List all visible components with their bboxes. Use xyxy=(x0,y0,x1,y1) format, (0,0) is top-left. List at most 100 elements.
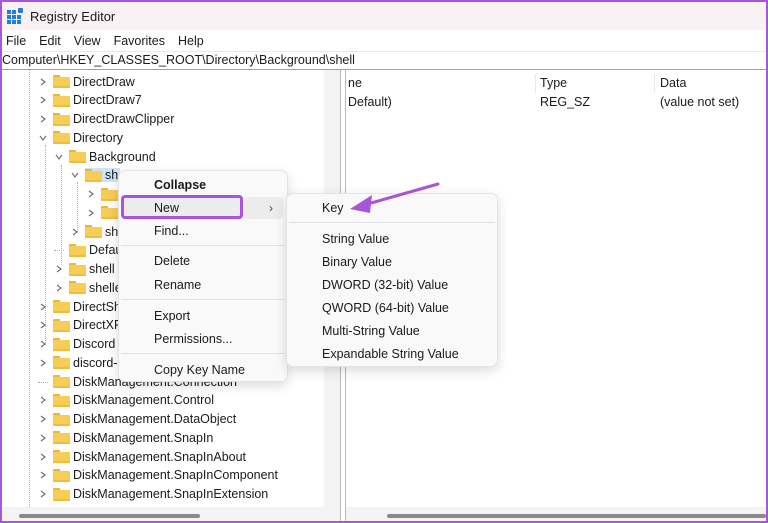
folder-icon xyxy=(53,487,70,501)
tree-horizontal-scrollbar[interactable] xyxy=(2,507,340,521)
tree-scroll-thumb[interactable] xyxy=(19,514,200,518)
menu-item-export[interactable]: Export xyxy=(123,305,283,327)
key-node[interactable]: DiskManagement.SnapInComponent xyxy=(53,468,278,482)
key-node[interactable]: discord- xyxy=(53,356,117,370)
chevron-right-icon[interactable] xyxy=(38,77,48,87)
selected-key[interactable]: sh xyxy=(85,168,121,183)
chevron-down-icon[interactable] xyxy=(54,152,64,162)
value-row[interactable]: Default) REG_SZ (value not set) xyxy=(346,93,766,112)
chevron-down-icon[interactable] xyxy=(38,133,48,143)
tree-item[interactable]: DiskManagement.DataObject xyxy=(38,410,236,429)
key-node[interactable]: DiskManagement.SnapIn xyxy=(53,431,213,445)
tree-item[interactable]: DirectXF xyxy=(38,316,122,335)
column-separator[interactable] xyxy=(535,74,536,93)
chevron-right-icon[interactable] xyxy=(54,283,64,293)
key-node[interactable]: sh xyxy=(85,225,118,239)
tree-item[interactable]: sh xyxy=(70,166,121,185)
key-node[interactable]: DirectXF xyxy=(53,318,122,332)
menu-item-label: Find... xyxy=(154,224,189,238)
submenu-item-multi-string-value[interactable]: Multi-String Value xyxy=(291,320,493,342)
tree-item[interactable]: Discord xyxy=(38,335,115,354)
chevron-right-icon[interactable] xyxy=(38,302,48,312)
tree-item[interactable]: DiskManagement.SnapInExtension xyxy=(38,485,268,504)
tree-item[interactable]: shelle xyxy=(54,278,122,297)
key-node[interactable]: Discord xyxy=(53,337,115,351)
address-bar[interactable]: Computer\HKEY_CLASSES_ROOT\Directory\Bac… xyxy=(2,51,766,70)
menu-item-label: QWORD (64-bit) Value xyxy=(322,301,449,315)
chevron-right-icon[interactable] xyxy=(38,339,48,349)
tree-item[interactable]: shell xyxy=(54,260,115,279)
chevron-right-icon[interactable] xyxy=(54,264,64,274)
menu-file[interactable]: File xyxy=(6,34,26,48)
menu-edit[interactable]: Edit xyxy=(39,34,61,48)
tree-item[interactable]: DiskManagement.SnapInAbout xyxy=(38,447,246,466)
key-node[interactable]: DiskManagement.Control xyxy=(53,393,214,407)
menu-separator xyxy=(121,299,285,300)
chevron-right-icon[interactable] xyxy=(38,470,48,480)
menu-item-copy-key-name[interactable]: Copy Key Name xyxy=(123,359,283,381)
menu-favorites[interactable]: Favorites xyxy=(114,34,165,48)
menu-help[interactable]: Help xyxy=(178,34,204,48)
key-node[interactable]: DirectDrawClipper xyxy=(53,112,174,126)
submenu-item-dword-value[interactable]: DWORD (32-bit) Value xyxy=(291,274,493,296)
column-name[interactable]: ne xyxy=(346,74,362,93)
tree-item[interactable]: DiskManagement.SnapInComponent xyxy=(38,466,278,485)
chevron-right-icon[interactable] xyxy=(38,489,48,499)
chevron-right-icon[interactable] xyxy=(38,320,48,330)
submenu-item-string-value[interactable]: String Value xyxy=(291,228,493,250)
tree-item[interactable]: sh xyxy=(70,222,118,241)
key-node[interactable]: DiskManagement.DataObject xyxy=(53,412,236,426)
key-node[interactable]: DirectSh xyxy=(53,300,121,314)
menu-item-rename[interactable]: Rename xyxy=(123,274,283,296)
key-node[interactable]: DiskManagement.SnapInAbout xyxy=(53,450,246,464)
tree-item[interactable] xyxy=(86,203,121,222)
menu-item-label: Copy Key Name xyxy=(154,363,246,377)
menu-item-collapse[interactable]: Collapse xyxy=(123,174,283,196)
tree-item[interactable]: DiskManagement.SnapIn xyxy=(38,428,213,447)
tree-item[interactable]: DirectDraw7 xyxy=(38,91,142,110)
submenu-item-binary-value[interactable]: Binary Value xyxy=(291,251,493,273)
menu-item-find[interactable]: Find... xyxy=(123,220,283,242)
column-type[interactable]: Type xyxy=(538,74,567,93)
key-node[interactable]: DiskManagement.SnapInExtension xyxy=(53,487,268,501)
chevron-right-icon[interactable] xyxy=(38,114,48,124)
tree-item[interactable]: DirectDraw xyxy=(38,72,135,91)
chevron-right-icon[interactable] xyxy=(38,452,48,462)
key-node[interactable]: Directory xyxy=(53,131,123,145)
folder-icon xyxy=(85,168,102,182)
key-node[interactable]: Background xyxy=(69,150,156,164)
chevron-right-icon[interactable] xyxy=(38,414,48,424)
tree-item-label: DiskManagement.Control xyxy=(73,393,215,408)
tree-item[interactable]: Defau xyxy=(54,241,122,260)
key-node[interactable]: Defau xyxy=(69,243,122,257)
list-scroll-thumb[interactable] xyxy=(387,514,766,518)
key-node[interactable]: shelle xyxy=(69,281,122,295)
list-horizontal-scrollbar[interactable] xyxy=(346,507,766,521)
chevron-right-icon[interactable] xyxy=(38,358,48,368)
menu-item-permissions[interactable]: Permissions... xyxy=(123,328,283,350)
key-node[interactable]: DirectDraw7 xyxy=(53,93,142,107)
chevron-right-icon[interactable] xyxy=(70,227,80,237)
tree-item[interactable] xyxy=(86,185,121,204)
tree-item[interactable]: DirectSh xyxy=(38,297,121,316)
key-node[interactable]: DirectDraw xyxy=(53,75,135,89)
chevron-right-icon[interactable] xyxy=(38,395,48,405)
chevron-right-icon[interactable] xyxy=(86,208,96,218)
submenu-item-expandable-string-value[interactable]: Expandable String Value xyxy=(291,343,493,365)
chevron-right-icon[interactable] xyxy=(86,189,96,199)
tree-item[interactable]: DirectDrawClipper xyxy=(38,110,174,129)
chevron-right-icon[interactable] xyxy=(38,95,48,105)
tree-item[interactable]: Background xyxy=(54,147,156,166)
column-separator[interactable] xyxy=(654,74,655,93)
key-node[interactable]: shell xyxy=(69,262,115,276)
tree-item[interactable]: DiskManagement.Control xyxy=(38,391,214,410)
tree-item[interactable]: Directory xyxy=(38,128,123,147)
chevron-right-icon[interactable] xyxy=(38,433,48,443)
tree-item[interactable]: discord- xyxy=(38,353,117,372)
submenu-item-key[interactable]: Key xyxy=(291,197,493,219)
submenu-item-qword-value[interactable]: QWORD (64-bit) Value xyxy=(291,297,493,319)
column-data[interactable]: Data xyxy=(658,74,686,93)
menu-item-delete[interactable]: Delete xyxy=(123,250,283,272)
chevron-down-icon[interactable] xyxy=(70,170,80,180)
menu-view[interactable]: View xyxy=(74,34,101,48)
